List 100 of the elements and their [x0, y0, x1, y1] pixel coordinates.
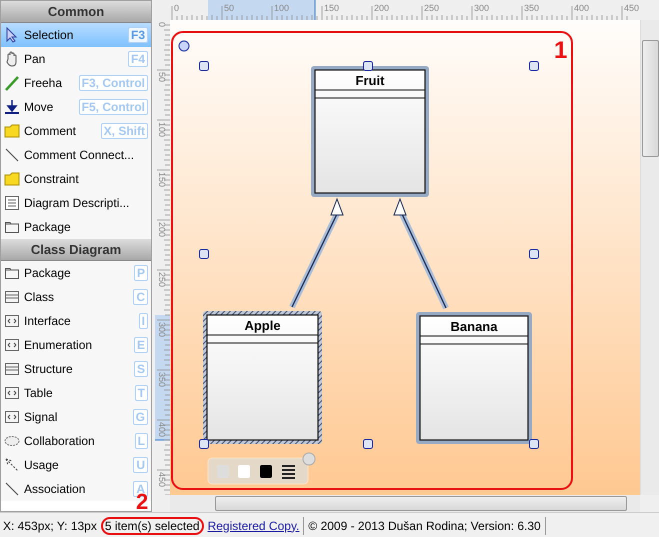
vertical-scrollbar[interactable]: [640, 20, 659, 495]
ruler-label: 0: [174, 3, 180, 13]
section-header[interactable]: Common: [1, 1, 151, 23]
shortcut-key: P: [134, 265, 148, 281]
ruler-label: 150: [324, 3, 340, 13]
horizontal-scrollbar[interactable]: [170, 495, 640, 512]
tool-label: Interface: [24, 314, 72, 328]
shortcut-key: S: [134, 361, 148, 377]
tool-item[interactable]: Interface I: [1, 309, 151, 333]
tool-item[interactable]: Move F5, Control: [1, 95, 151, 119]
tool-item[interactable]: Usage U: [1, 453, 151, 477]
tool-item[interactable]: Comment Connect...: [1, 143, 151, 167]
resize-handle[interactable]: [529, 249, 539, 259]
shortcut-key: I: [138, 313, 148, 329]
tool-label: Selection: [24, 28, 74, 42]
line-style-icon[interactable]: [281, 465, 296, 479]
copyright-text: © 2009 - 2013 Dušan Rodina; Version: 6.30: [308, 518, 541, 532]
shortcut-key: G: [132, 409, 148, 425]
tool-label: Package: [24, 220, 72, 234]
tool-item[interactable]: Structure S: [1, 357, 151, 381]
shortcut-key: C: [133, 289, 148, 305]
shortcut-key: U: [133, 457, 148, 473]
ruler-label: 250: [157, 272, 167, 288]
oval-icon: [4, 433, 20, 449]
tool-item[interactable]: Pan F4: [1, 47, 151, 71]
shortcut-key: F5, Control: [78, 99, 148, 115]
ruler-label: 100: [274, 3, 290, 13]
shortcut-key: F3: [128, 27, 148, 43]
annotation-number: 1: [554, 37, 568, 64]
tool-item[interactable]: Collaboration L: [1, 429, 151, 453]
shortcut-key: T: [134, 385, 148, 401]
registered-link[interactable]: Registered Copy.: [208, 518, 300, 532]
tool-item[interactable]: Package: [1, 215, 151, 239]
ruler-label: 50: [224, 3, 234, 13]
tag-icon: [4, 409, 20, 425]
tool-label: Signal: [24, 410, 58, 424]
tool-item[interactable]: Diagram Descripti...: [1, 191, 151, 215]
tag-icon: [4, 385, 20, 401]
color-swatch[interactable]: [260, 465, 272, 478]
tool-label: Diagram Descripti...: [24, 196, 130, 210]
selection-count: 5 item(s) selected: [100, 516, 204, 534]
class-box[interactable]: [311, 66, 429, 197]
tool-label: Association: [24, 482, 86, 496]
shortcut-key: F4: [128, 51, 148, 67]
tool-item[interactable]: Signal G: [1, 405, 151, 429]
usage-icon: [4, 457, 20, 473]
shortcut-key: F3, Control: [78, 75, 148, 91]
tag-icon: [4, 337, 20, 353]
shortcut-key: L: [134, 433, 148, 449]
class-name: Fruit: [356, 73, 384, 88]
tool-item[interactable]: Selection F3: [1, 23, 151, 47]
class-name: Apple: [244, 318, 281, 333]
tool-label: Usage: [24, 458, 60, 472]
cursor-position: X: 453px; Y: 13px: [3, 518, 97, 532]
tool-item[interactable]: Constraint: [1, 167, 151, 191]
move-icon: [4, 99, 20, 115]
resize-handle[interactable]: [363, 439, 373, 449]
arrow-icon: [4, 27, 20, 43]
tool-label: Enumeration: [24, 338, 94, 352]
resize-handle[interactable]: [199, 439, 209, 449]
shortcut-key: X, Shift: [100, 123, 148, 139]
ruler-label: 50: [157, 72, 167, 82]
tool-label: Collaboration: [24, 434, 96, 448]
folder-icon: [4, 265, 20, 281]
ruler-label: 300: [474, 3, 490, 13]
class-box[interactable]: [203, 311, 322, 444]
resize-handle[interactable]: [199, 61, 209, 71]
ruler-label: 250: [424, 3, 440, 13]
ruler-label: 350: [524, 3, 540, 13]
note-icon: [4, 123, 20, 139]
class-box[interactable]: [416, 312, 532, 444]
tool-label: Move: [24, 100, 54, 114]
tool-label: Structure: [24, 362, 74, 376]
color-swatch[interactable]: [238, 465, 250, 478]
resize-handle[interactable]: [199, 249, 209, 259]
ruler-label: 200: [157, 222, 167, 238]
tool-item[interactable]: Table T: [1, 381, 151, 405]
section-header[interactable]: Class Diagram: [1, 239, 151, 261]
tool-item[interactable]: Package P: [1, 261, 151, 285]
resize-handle[interactable]: [363, 61, 373, 71]
tool-item[interactable]: Comment X, Shift: [1, 119, 151, 143]
generalization-arrow[interactable]: [289, 198, 344, 308]
ruler-label: 350: [157, 372, 167, 388]
ruler-label: 0: [157, 22, 167, 28]
shortcut-key: E: [134, 337, 148, 353]
tool-label: Comment: [24, 124, 78, 138]
ruler-label: 450: [157, 472, 167, 488]
generalization-arrow[interactable]: [393, 198, 449, 310]
resize-handle[interactable]: [529, 439, 539, 449]
tool-item[interactable]: Enumeration E: [1, 333, 151, 357]
cls-icon: [4, 361, 20, 377]
tool-item[interactable]: Freeha F3, Control: [1, 71, 151, 95]
tool-item[interactable]: Class C: [1, 285, 151, 309]
ruler-label: 150: [157, 172, 167, 188]
tool-label: Constraint: [24, 172, 80, 186]
resize-handle[interactable]: [529, 61, 539, 71]
folder-icon: [4, 219, 20, 235]
ruler-label: 400: [574, 3, 590, 13]
ruler-label: 300: [157, 322, 167, 338]
cls-icon: [4, 289, 20, 305]
